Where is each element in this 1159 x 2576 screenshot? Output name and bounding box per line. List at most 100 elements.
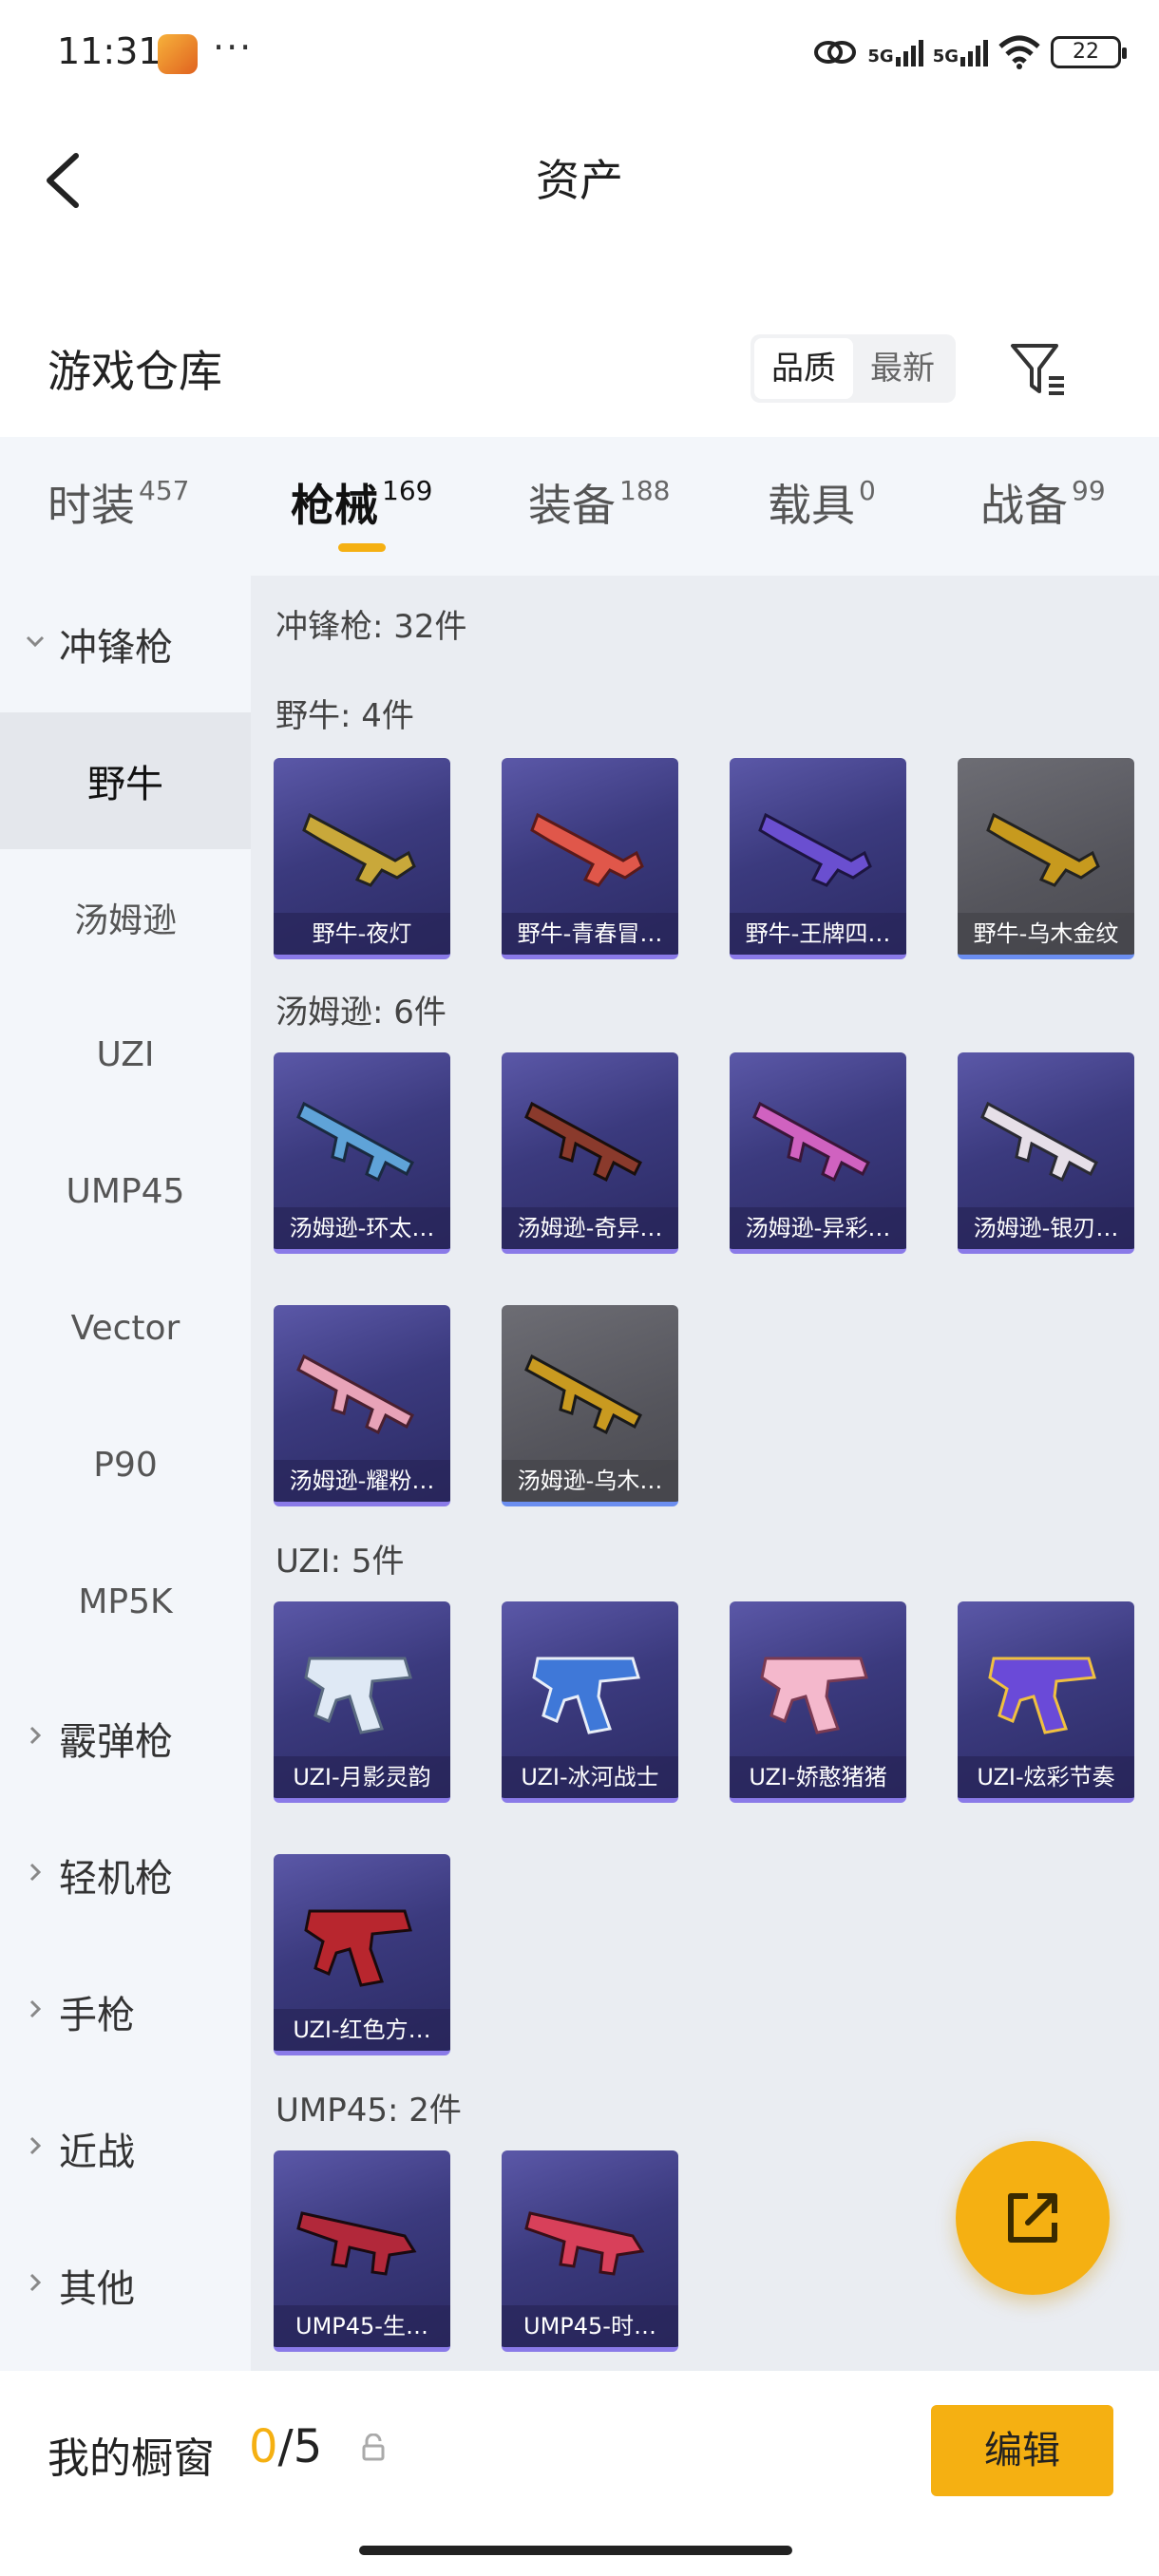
status-time: 11:31 [57,30,162,72]
item-card[interactable]: UZI-冰河战士 [502,1601,678,1803]
item-card[interactable]: 野牛-乌木金纹 [958,758,1134,959]
showcase-count-total: /5 [277,2420,323,2473]
item-card[interactable]: UMP45-时… [502,2150,678,2352]
uzi-gun-icon [988,1657,1096,1734]
home-indicator[interactable] [359,2546,792,2555]
link-icon [814,41,857,64]
item-name: UMP45-时… [502,2305,678,2347]
chevron-right-icon [23,2133,49,2165]
showcase-title: 我的橱窗 [48,2434,215,2483]
item-name: 野牛-青春冒… [502,913,678,955]
network-type-2: 5G [932,47,959,66]
tab-count: 169 [382,475,433,506]
weapon-type-sidebar: 冲锋枪 野牛 汤姆逊 UZI UMP45 Vector P90 MP5K 霰弹枪… [0,576,251,2371]
sidebar-item-ump45[interactable]: UMP45 [0,1123,251,1260]
sidebar-category-label: 冲锋枪 [59,626,173,670]
network-type-1: 5G [867,47,894,66]
item-name: UZI-娇憨猪猪 [730,1756,906,1798]
sidebar-category-pistol[interactable]: 手枪 [0,1943,251,2080]
sidebar-item-bizon[interactable]: 野牛 [0,712,251,849]
sidebar-category-melee[interactable]: 近战 [0,2080,251,2217]
uzi-gun-icon [304,1909,412,1987]
item-card[interactable]: 汤姆逊-耀粉… [274,1305,450,1506]
showcase-count-current: 0 [249,2420,278,2473]
showcase-count: 0/5 [249,2420,322,2473]
item-card[interactable]: 汤姆逊-乌木… [502,1305,678,1506]
tab-fashion[interactable]: 时装 457 [48,471,189,534]
share-fab-button[interactable] [956,2141,1110,2295]
item-name: UZI-红色方… [274,2009,450,2051]
group-title: UMP45: 2件 [276,2092,462,2130]
uzi-gun-icon [760,1657,868,1734]
tab-count: 188 [619,475,671,506]
item-card[interactable]: UZI-娇憨猪猪 [730,1601,906,1803]
sort-by-newest[interactable]: 最新 [853,338,952,399]
sidebar-item-vector[interactable]: Vector [0,1260,251,1396]
item-name: 汤姆逊-耀粉… [274,1460,450,1502]
sidebar-item-mp5k[interactable]: MP5K [0,1533,251,1670]
sidebar-category-label: 手枪 [59,1994,135,2037]
tab-label: 枪械 [291,480,378,531]
item-card[interactable]: 野牛-王牌四… [730,758,906,959]
app-notification-icon [158,34,198,74]
group-title: 野牛: 4件 [276,697,414,735]
item-name: 汤姆逊-乌木… [502,1460,678,1502]
sidebar-category-label: 其他 [59,2267,135,2311]
item-name: 汤姆逊-银刃… [958,1207,1134,1249]
item-name: 汤姆逊-异彩… [730,1207,906,1249]
thompson-gun-icon [752,1101,870,1183]
item-card[interactable]: UZI-炫彩节奏 [958,1601,1134,1803]
item-name: 野牛-夜灯 [274,913,450,955]
tab-firearms[interactable]: 枪械 169 [291,471,432,534]
item-card[interactable]: 汤姆逊-奇异… [502,1052,678,1254]
active-tab-indicator [338,543,386,552]
sidebar-category-label: 近战 [59,2131,135,2174]
ump45-gun-icon [296,2211,417,2276]
tab-supplies[interactable]: 战备 99 [980,471,1106,534]
sidebar-category-label: 霰弹枪 [59,1720,173,1764]
tab-label: 载具 [768,480,855,531]
item-card[interactable]: UZI-月影灵韵 [274,1601,450,1803]
category-total-label: 冲锋枪: 32件 [276,608,467,646]
sidebar-category-lmg[interactable]: 轻机枪 [0,1807,251,1943]
sidebar-category-other[interactable]: 其他 [0,2217,251,2354]
sidebar-item-p90[interactable]: P90 [0,1396,251,1533]
item-card[interactable]: UZI-红色方… [274,1854,450,2055]
sidebar-item-uzi[interactable]: UZI [0,986,251,1123]
sort-by-quality[interactable]: 品质 [754,338,853,399]
sidebar-item-thompson[interactable]: 汤姆逊 [0,849,251,986]
group-title: 汤姆逊: 6件 [276,994,446,1032]
sidebar-category-shotgun[interactable]: 霰弹枪 [0,1670,251,1807]
item-card[interactable]: 汤姆逊-银刃… [958,1052,1134,1254]
tab-count: 457 [139,475,190,506]
item-name: 野牛-王牌四… [730,913,906,955]
sidebar-category-label: 轻机枪 [59,1857,173,1901]
edit-button[interactable]: 编辑 [931,2405,1113,2496]
category-tabs: 时装 457 枪械 169 装备 188 载具 0 战备 99 [0,437,1159,576]
item-card[interactable]: 野牛-夜灯 [274,758,450,959]
warehouse-title: 游戏仓库 [48,346,222,397]
tab-vehicles[interactable]: 载具 0 [768,471,876,534]
uzi-gun-icon [304,1657,412,1734]
bizon-gun-icon [530,812,644,887]
share-icon [1008,2193,1057,2243]
group-title: UZI: 5件 [276,1543,405,1581]
sort-toggle: 品质 最新 [750,334,956,403]
item-card[interactable]: 汤姆逊-异彩… [730,1052,906,1254]
battery-icon: 22 [1051,36,1127,68]
status-icons: 5G 5G 22 [812,28,1127,76]
more-notifications-indicator: ··· [213,27,254,68]
item-grid: 冲锋枪: 32件 野牛: 4件 野牛-夜灯 野牛-青春冒… 野牛-王牌四… 野牛… [251,576,1159,2371]
tab-count: 0 [859,475,876,506]
item-name: UZI-月影灵韵 [274,1756,450,1798]
filter-button[interactable] [1007,338,1070,401]
tab-equipment[interactable]: 装备 188 [528,471,670,534]
item-name: 汤姆逊-奇异… [502,1207,678,1249]
item-card[interactable]: 汤姆逊-环太… [274,1052,450,1254]
item-card[interactable]: UMP45-生… [274,2150,450,2352]
item-name: 野牛-乌木金纹 [958,913,1134,955]
item-name: UMP45-生… [274,2305,450,2347]
bizon-gun-icon [758,812,872,887]
item-card[interactable]: 野牛-青春冒… [502,758,678,959]
sidebar-category-smg[interactable]: 冲锋枪 [0,576,251,712]
